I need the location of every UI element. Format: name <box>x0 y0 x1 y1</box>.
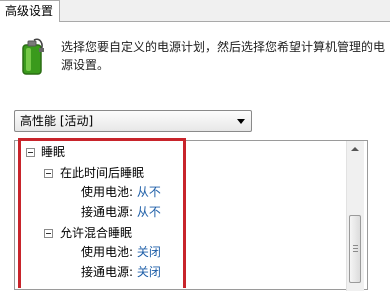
power-plan-selected: 高性能 [活动] <box>20 114 94 128</box>
battery-plan-icon <box>22 38 44 75</box>
scroll-thumb[interactable] <box>349 215 361 283</box>
chevron-down-icon[interactable] <box>237 119 245 124</box>
tab-strip: 高级设置 <box>0 0 390 22</box>
grip-line <box>353 245 358 246</box>
plan-description: 选择您要自定义的电源计划，然后选择您希望计算机管理的电源设置。 <box>61 40 386 72</box>
grip-line <box>353 248 358 249</box>
power-plan-select[interactable]: 高性能 [活动] <box>14 110 252 132</box>
highlight-box <box>18 138 186 288</box>
scroll-up-icon[interactable] <box>351 147 359 151</box>
tree-scrollbar[interactable] <box>346 141 364 291</box>
tab-advanced-settings[interactable]: 高级设置 <box>0 0 60 22</box>
grip-line <box>353 251 358 252</box>
